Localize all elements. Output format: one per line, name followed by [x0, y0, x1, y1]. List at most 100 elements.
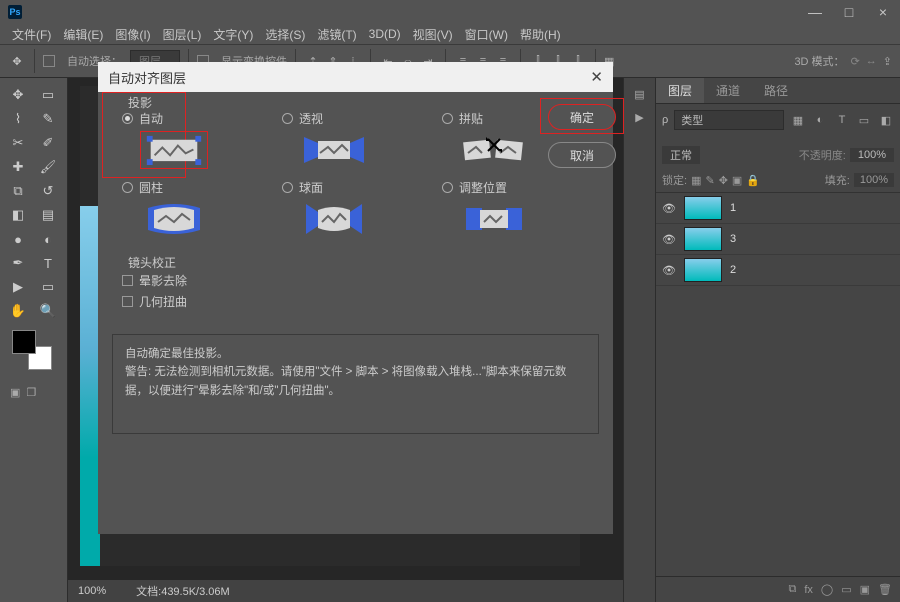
lasso-tool[interactable]: ⌇	[4, 108, 32, 130]
filter-type-icon[interactable]: T	[834, 112, 850, 128]
menu-layer[interactable]: 图层(L)	[159, 26, 206, 43]
filter-smart-icon[interactable]: ◧	[878, 112, 894, 128]
radio-auto[interactable]	[122, 113, 133, 124]
menu-view[interactable]: 视图(V)	[409, 26, 457, 43]
menu-edit[interactable]: 编辑(E)	[59, 26, 107, 43]
layer-thumbnail[interactable]	[684, 196, 722, 220]
zoom-level[interactable]: 100%	[78, 585, 106, 597]
radio-spherical[interactable]	[282, 182, 293, 193]
new-group-icon[interactable]: ▭	[841, 583, 851, 596]
maximize-button[interactable]: □	[838, 4, 860, 20]
tab-paths[interactable]: 路径	[752, 78, 800, 103]
layer-name[interactable]: 1	[730, 202, 736, 214]
history-panel-icon[interactable]: ▤	[634, 88, 644, 101]
filter-adjust-icon[interactable]: ◐	[812, 112, 828, 128]
dialog-close-button[interactable]: ✕	[590, 68, 603, 86]
lock-pixels-icon[interactable]: ▦	[691, 174, 701, 187]
healing-tool[interactable]: ✚	[4, 156, 32, 178]
document-size[interactable]: 文档:439.5K/3.06M	[136, 583, 230, 599]
filter-image-icon[interactable]: ▦	[790, 112, 806, 128]
gradient-tool[interactable]: ▤	[34, 204, 62, 226]
screenmode-icon[interactable]: ❐	[26, 386, 36, 399]
filter-shape-icon[interactable]: ▭	[856, 112, 872, 128]
quickmask-icon[interactable]: ▣	[10, 386, 20, 399]
brush-tool[interactable]: 🖌	[34, 156, 62, 178]
layer-item[interactable]: 👁 1	[656, 193, 900, 224]
dialog-info-box: 自动确定最佳投影。 警告: 无法检测到相机元数据。请使用"文件 > 脚本 > 将…	[112, 334, 599, 434]
foreground-color[interactable]	[12, 330, 36, 354]
radio-cylindrical[interactable]	[122, 182, 133, 193]
vignette-checkbox[interactable]	[122, 275, 133, 286]
layer-name[interactable]: 3	[730, 233, 736, 245]
orbit-3d-icon[interactable]: ⟳	[851, 55, 860, 68]
menu-help[interactable]: 帮助(H)	[516, 26, 565, 43]
delete-layer-icon[interactable]: 🗑	[878, 583, 892, 596]
share-icon[interactable]: ⇪	[883, 55, 892, 68]
tab-channels[interactable]: 通道	[704, 78, 752, 103]
lock-position-icon[interactable]: ✥	[719, 174, 728, 187]
radio-collage[interactable]	[442, 113, 453, 124]
type-tool[interactable]: T	[34, 252, 62, 274]
move-tool[interactable]: ✥	[4, 84, 32, 106]
layer-filter-kind[interactable]: 类型	[674, 110, 784, 130]
layer-thumbnail[interactable]	[684, 258, 722, 282]
hand-tool[interactable]: ✋	[4, 300, 32, 322]
play-icon[interactable]: ▶	[635, 111, 643, 124]
menu-image[interactable]: 图像(I)	[111, 26, 154, 43]
menu-3d[interactable]: 3D(D)	[365, 27, 405, 41]
projection-legend: 投影	[122, 94, 158, 111]
cancel-button[interactable]: 取消	[548, 142, 616, 168]
new-layer-icon[interactable]: ▣	[860, 583, 870, 596]
opacity-value[interactable]: 100%	[850, 148, 894, 162]
fill-value[interactable]: 100%	[854, 173, 894, 187]
pen-tool[interactable]: ✒	[4, 252, 32, 274]
radio-perspective-label: 透视	[299, 110, 323, 127]
layer-thumbnail[interactable]	[684, 227, 722, 251]
auto-select-checkbox[interactable]	[43, 55, 55, 67]
menu-window[interactable]: 窗口(W)	[461, 26, 512, 43]
geometric-checkbox[interactable]	[122, 296, 133, 307]
layer-name[interactable]: 2	[730, 264, 736, 276]
color-swatches[interactable]	[12, 330, 52, 370]
crop-tool[interactable]: ✂	[4, 132, 32, 154]
eraser-tool[interactable]: ◧	[4, 204, 32, 226]
dialog-titlebar[interactable]: 自动对齐图层 ✕	[98, 62, 613, 92]
blur-tool[interactable]: ●	[4, 228, 32, 250]
zoom-tool[interactable]: 🔍	[34, 300, 62, 322]
shape-tool[interactable]: ▭	[34, 276, 62, 298]
window-controls: — □ ×	[804, 4, 894, 20]
lock-artboard-icon[interactable]: ▣	[732, 174, 742, 187]
close-button[interactable]: ×	[872, 4, 894, 20]
menu-type[interactable]: 文字(Y)	[209, 26, 257, 43]
visibility-icon[interactable]: 👁	[662, 264, 676, 277]
menu-file[interactable]: 文件(F)	[8, 26, 55, 43]
move-tool-icon: ✥	[8, 52, 26, 70]
marquee-tool[interactable]: ▭	[34, 84, 62, 106]
layer-item[interactable]: 👁 3	[656, 224, 900, 255]
dodge-tool[interactable]: ◐	[34, 228, 62, 250]
radio-perspective[interactable]	[282, 113, 293, 124]
layer-fx-icon[interactable]: fx	[804, 584, 813, 596]
eyedropper-tool[interactable]: ✐	[34, 132, 62, 154]
visibility-icon[interactable]: 👁	[662, 233, 676, 246]
minimize-button[interactable]: —	[804, 4, 826, 20]
info-line-1: 自动确定最佳投影。	[125, 345, 586, 363]
stamp-tool[interactable]: ⧉	[4, 180, 32, 202]
pan-3d-icon[interactable]: ↔	[866, 55, 877, 67]
radio-collage-label: 拼贴	[459, 110, 483, 127]
lock-all-icon[interactable]: 🔒	[746, 174, 760, 187]
tab-layers[interactable]: 图层	[656, 78, 704, 103]
blend-mode-dropdown[interactable]: 正常	[662, 146, 700, 164]
history-brush-tool[interactable]: ↺	[34, 180, 62, 202]
layer-item[interactable]: 👁 2	[656, 255, 900, 286]
menu-filter[interactable]: 滤镜(T)	[313, 26, 360, 43]
lock-paint-icon[interactable]: ✎	[705, 174, 714, 187]
path-select-tool[interactable]: ▶	[4, 276, 32, 298]
visibility-icon[interactable]: 👁	[662, 202, 676, 215]
quick-select-tool[interactable]: ✎	[34, 108, 62, 130]
layer-mask-icon[interactable]: ◯	[821, 583, 833, 596]
radio-reposition[interactable]	[442, 182, 453, 193]
link-layers-icon[interactable]: ⧉	[788, 583, 796, 596]
menu-select[interactable]: 选择(S)	[261, 26, 309, 43]
vignette-label: 晕影去除	[139, 272, 187, 289]
